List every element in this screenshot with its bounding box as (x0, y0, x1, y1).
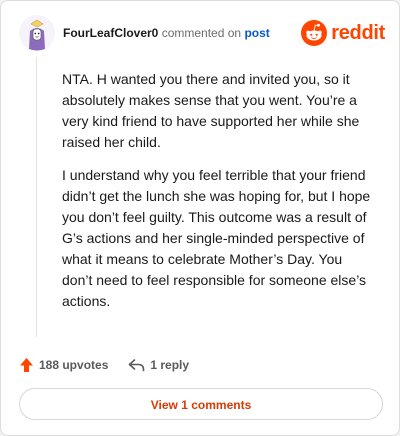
byline-action-text: commented on (161, 26, 242, 40)
reddit-logo[interactable]: reddit (301, 18, 385, 48)
comment-body: NTA. H wanted you there and invited you,… (62, 69, 374, 324)
comment-actions: 188 upvotes 1 reply (19, 355, 189, 375)
reddit-wordmark: reddit (331, 21, 385, 44)
reddit-alien-icon (301, 20, 328, 46)
avatar[interactable] (19, 15, 55, 51)
avatar-icon (19, 15, 55, 51)
reply-count: 1 reply (150, 358, 190, 372)
comment-header: FourLeafClover0 commented on post reddit (19, 15, 385, 55)
thread-line (36, 57, 37, 337)
comment-paragraph: NTA. H wanted you there and invited you,… (62, 71, 360, 150)
reply-arrow-icon (129, 359, 145, 372)
author-name[interactable]: FourLeafClover0 (63, 26, 158, 40)
comment-byline: FourLeafClover0 commented on post (63, 26, 270, 40)
upvote-count: 188 upvotes (39, 358, 109, 372)
upvote-arrow-icon (20, 358, 33, 372)
comment-card: FourLeafClover0 commented on post reddit… (0, 0, 400, 436)
post-link[interactable]: post (244, 26, 269, 40)
upvote-button[interactable]: 188 upvotes (19, 357, 108, 373)
comment-paragraph: I understand why you feel terrible that … (62, 167, 371, 309)
view-comments-button[interactable]: View 1 comments (19, 388, 383, 420)
reply-button[interactable]: 1 reply (128, 358, 189, 372)
